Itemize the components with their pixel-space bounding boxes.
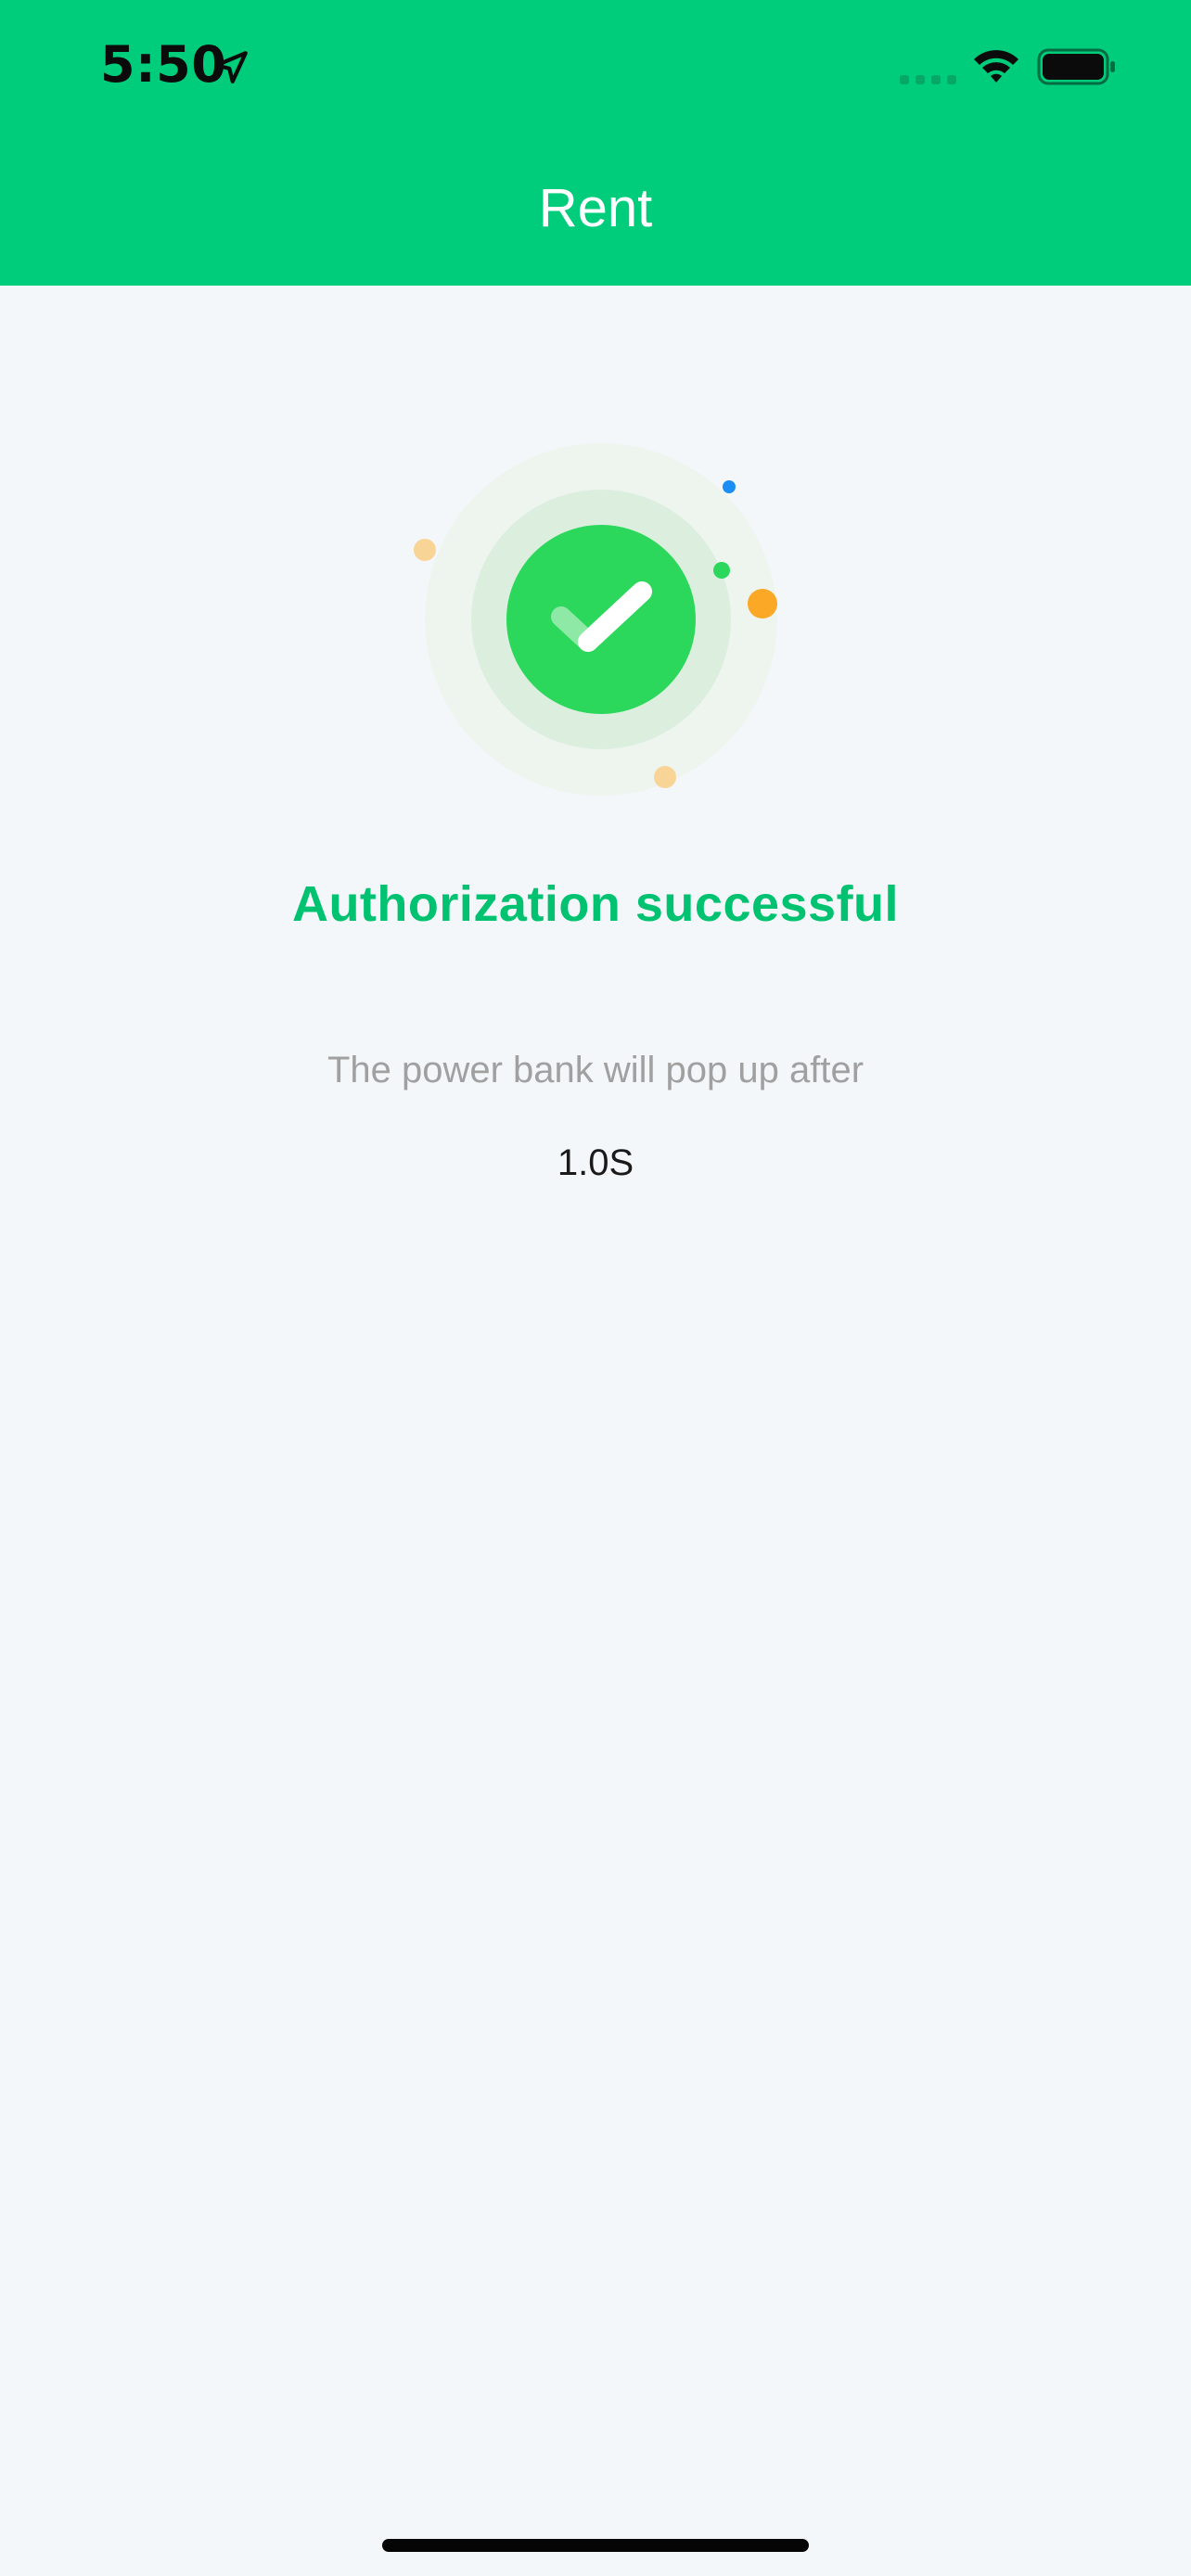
battery-icon: [1037, 48, 1115, 85]
status-bar-time: 5:50: [100, 35, 227, 94]
success-checkmark-icon: [414, 443, 777, 796]
cellular-signal-icon: [900, 75, 956, 84]
home-indicator[interactable]: [382, 2539, 809, 2552]
authorization-status-title: Authorization successful: [291, 876, 900, 932]
page-title: Rent: [538, 178, 653, 238]
popup-message: The power bank will pop up after: [327, 1050, 864, 1090]
countdown-timer: 1.0S: [557, 1142, 634, 1183]
location-arrow-icon: [214, 51, 248, 83]
wifi-icon: [974, 50, 1018, 83]
app-header: 5:50 Rent: [0, 0, 1191, 286]
